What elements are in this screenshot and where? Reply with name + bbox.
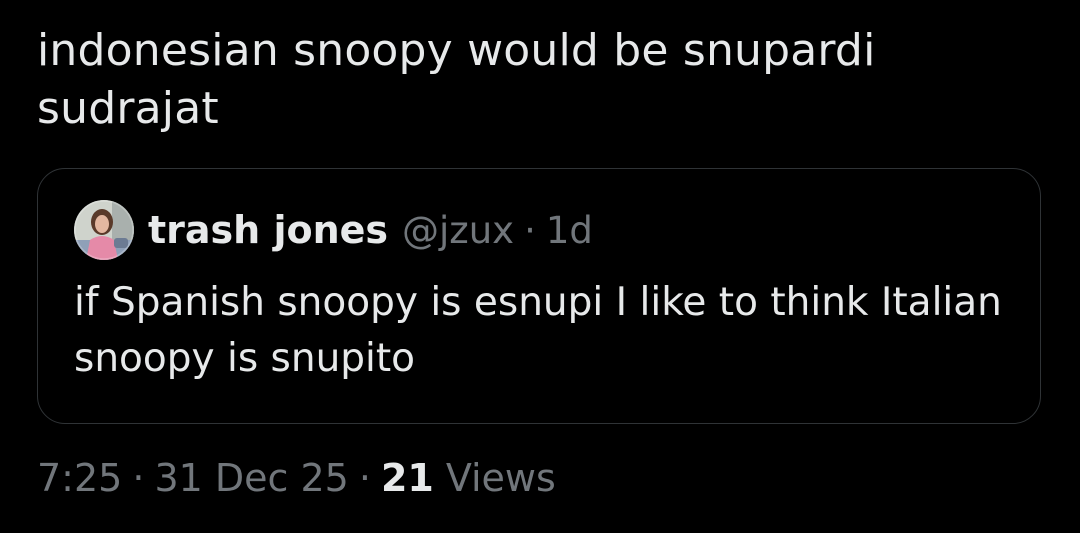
avatar[interactable] bbox=[74, 200, 134, 260]
user-avatar-photo-icon bbox=[74, 200, 134, 260]
quoted-tweet-card[interactable]: trash jones @jzux · 1d if Spanish snoopy… bbox=[37, 168, 1041, 424]
views-label[interactable]: Views bbox=[446, 456, 556, 500]
views-count[interactable]: 21 bbox=[381, 456, 434, 500]
tweet-time[interactable]: 7:25 bbox=[37, 456, 122, 500]
tweet-meta: 7:25 · 31 Dec 25 · 21 Views bbox=[37, 452, 556, 504]
separator-dot: · bbox=[132, 456, 145, 500]
quoted-tweet-time[interactable]: 1d bbox=[546, 209, 593, 252]
separator-dot: · bbox=[358, 456, 371, 500]
tweet-text: indonesian snoopy would be snupardi sudr… bbox=[37, 25, 876, 134]
separator-dot: · bbox=[524, 208, 536, 252]
tweet-date[interactable]: 31 Dec 25 bbox=[154, 456, 348, 500]
quoted-author-handle[interactable]: @jzux bbox=[402, 209, 514, 252]
quoted-author-name[interactable]: trash jones bbox=[148, 208, 388, 252]
quoted-tweet-text: if Spanish snoopy is esnupi I like to th… bbox=[74, 280, 1002, 381]
quoted-tweet-header: trash jones @jzux · 1d bbox=[74, 199, 593, 261]
